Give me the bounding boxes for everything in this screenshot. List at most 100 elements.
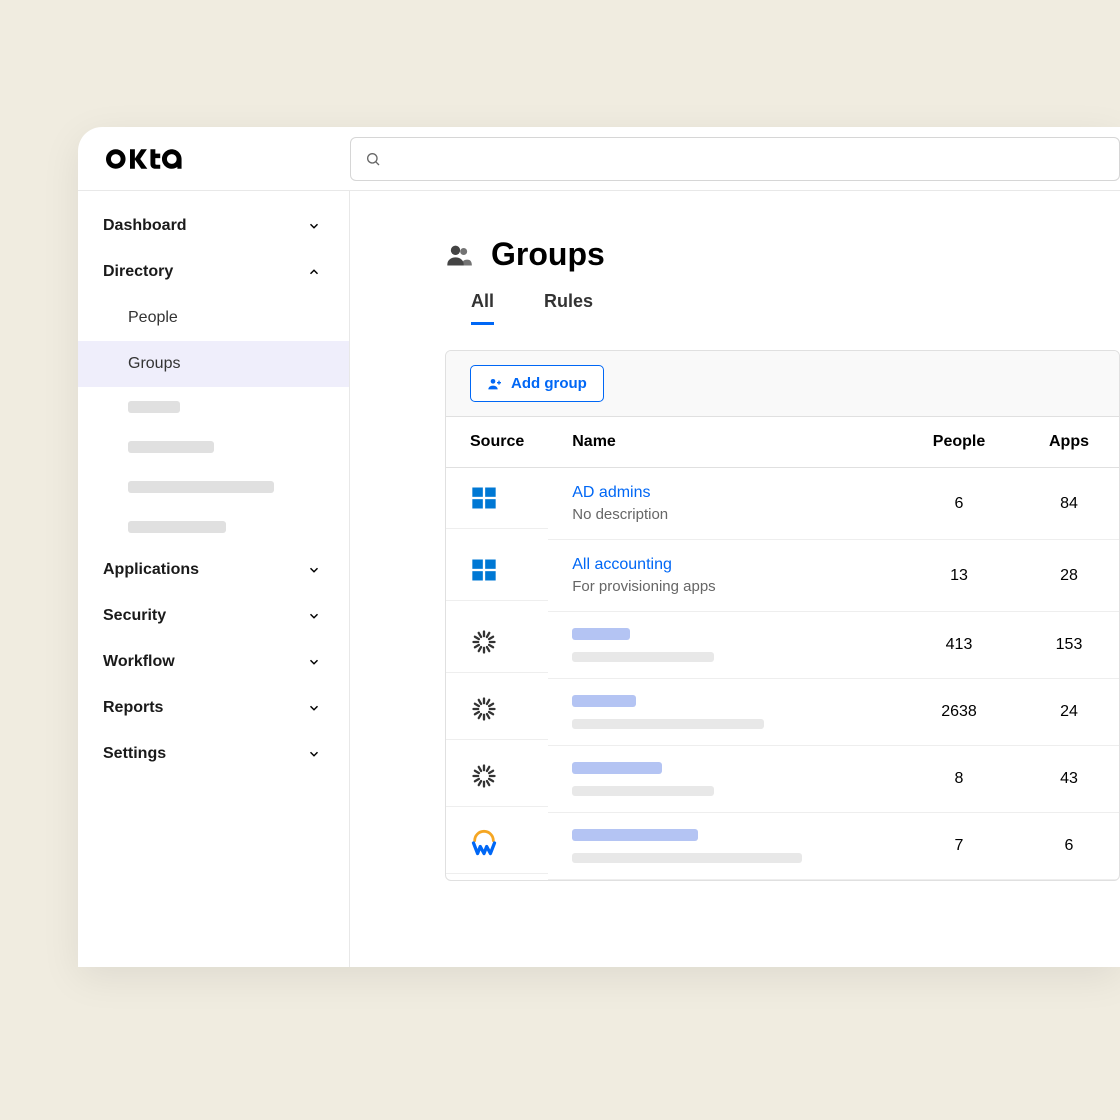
windows-icon: [470, 484, 498, 512]
cell-apps: 28: [1019, 540, 1119, 612]
sidebar-placeholder: [78, 427, 349, 467]
sidebar-item-directory[interactable]: Directory: [78, 249, 349, 295]
th-name: Name: [548, 417, 899, 468]
cell-name: [548, 813, 899, 880]
cell-name: AD admins No description: [548, 468, 899, 540]
desc-placeholder: [572, 652, 714, 662]
desc-placeholder: [572, 786, 714, 796]
sidebar-item-label: Security: [103, 607, 166, 625]
body: Dashboard Directory People Groups Applic…: [78, 191, 1120, 967]
name-placeholder: [572, 762, 662, 774]
sidebar-item-reports[interactable]: Reports: [78, 685, 349, 731]
search-wrap: [350, 137, 1120, 181]
cell-name: [548, 679, 899, 746]
sidebar-item-people[interactable]: People: [78, 295, 349, 341]
name-placeholder: [572, 628, 630, 640]
topbar: [78, 127, 1120, 191]
okta-logo-icon: [106, 145, 186, 173]
cell-people: 413: [899, 612, 1019, 679]
cell-apps: 84: [1019, 468, 1119, 540]
table-row[interactable]: 413153: [446, 612, 1119, 679]
cell-apps: 24: [1019, 679, 1119, 746]
cell-people: 13: [899, 540, 1019, 612]
chevron-down-icon: [307, 747, 321, 761]
sidebar-item-label: Dashboard: [103, 217, 187, 235]
cell-apps: 6: [1019, 813, 1119, 880]
logo: [78, 145, 350, 173]
cell-source: [446, 468, 548, 529]
add-button-label: Add group: [511, 375, 587, 392]
sidebar-item-label: Settings: [103, 745, 166, 763]
sidebar-item-workflow[interactable]: Workflow: [78, 639, 349, 685]
desc-placeholder: [572, 719, 764, 729]
main-content: Groups All Rules Add group: [350, 191, 1120, 967]
tab-all[interactable]: All: [471, 291, 494, 325]
chevron-up-icon: [307, 265, 321, 279]
loading-icon: [470, 695, 498, 723]
sidebar-placeholder: [78, 507, 349, 547]
cell-source: [446, 746, 548, 807]
groups-icon: [445, 241, 473, 269]
cell-people: 2638: [899, 679, 1019, 746]
search-input[interactable]: [391, 151, 1105, 167]
search-icon: [365, 151, 381, 167]
cell-people: 8: [899, 746, 1019, 813]
th-people: People: [899, 417, 1019, 468]
table-container: Add group Source Name People Apps AD adm…: [445, 350, 1120, 881]
cell-name: [548, 612, 899, 679]
cell-apps: 153: [1019, 612, 1119, 679]
cell-people: 7: [899, 813, 1019, 880]
app-window: Dashboard Directory People Groups Applic…: [78, 127, 1120, 967]
cell-name: All accounting For provisioning apps: [548, 540, 899, 612]
table-row[interactable]: AD admins No description 684: [446, 468, 1119, 540]
sidebar-item-label: Workflow: [103, 653, 175, 671]
table-row[interactable]: 843: [446, 746, 1119, 813]
chevron-down-icon: [307, 655, 321, 669]
add-group-button[interactable]: Add group: [470, 365, 604, 402]
group-name-link[interactable]: All accounting: [572, 556, 875, 574]
name-placeholder: [572, 695, 636, 707]
group-name-link[interactable]: AD admins: [572, 484, 875, 502]
sidebar-item-security[interactable]: Security: [78, 593, 349, 639]
cell-source: [446, 612, 548, 673]
tabs: All Rules: [445, 291, 1120, 325]
group-description: No description: [572, 506, 875, 523]
page-title: Groups: [491, 236, 605, 273]
group-description: For provisioning apps: [572, 578, 875, 595]
th-apps: Apps: [1019, 417, 1119, 468]
table-row[interactable]: 76: [446, 813, 1119, 880]
sidebar-item-label: Reports: [103, 699, 163, 717]
cell-source: [446, 679, 548, 740]
sidebar-item-dashboard[interactable]: Dashboard: [78, 203, 349, 249]
sidebar-item-label: Applications: [103, 561, 199, 579]
page-header: Groups: [445, 236, 1120, 273]
th-source: Source: [446, 417, 548, 468]
tab-rules[interactable]: Rules: [544, 291, 593, 325]
sidebar-placeholder: [78, 387, 349, 427]
add-user-icon: [487, 376, 503, 392]
chevron-down-icon: [307, 563, 321, 577]
sidebar-placeholder: [78, 467, 349, 507]
loading-icon: [470, 762, 498, 790]
sidebar-item-label: Directory: [103, 263, 173, 281]
table-toolbar: Add group: [446, 351, 1119, 417]
workday-icon: [470, 829, 498, 857]
cell-source: [446, 813, 548, 874]
chevron-down-icon: [307, 701, 321, 715]
chevron-down-icon: [307, 219, 321, 233]
groups-table: Source Name People Apps AD admins No desc…: [446, 417, 1119, 880]
sidebar-item-applications[interactable]: Applications: [78, 547, 349, 593]
name-placeholder: [572, 829, 698, 841]
loading-icon: [470, 628, 498, 656]
table-row[interactable]: All accounting For provisioning apps 1328: [446, 540, 1119, 612]
sidebar: Dashboard Directory People Groups Applic…: [78, 191, 350, 967]
search-box[interactable]: [350, 137, 1120, 181]
table-row[interactable]: 263824: [446, 679, 1119, 746]
cell-people: 6: [899, 468, 1019, 540]
sidebar-item-groups[interactable]: Groups: [78, 341, 349, 387]
cell-apps: 43: [1019, 746, 1119, 813]
cell-source: [446, 540, 548, 601]
windows-icon: [470, 556, 498, 584]
sidebar-item-settings[interactable]: Settings: [78, 731, 349, 777]
cell-name: [548, 746, 899, 813]
